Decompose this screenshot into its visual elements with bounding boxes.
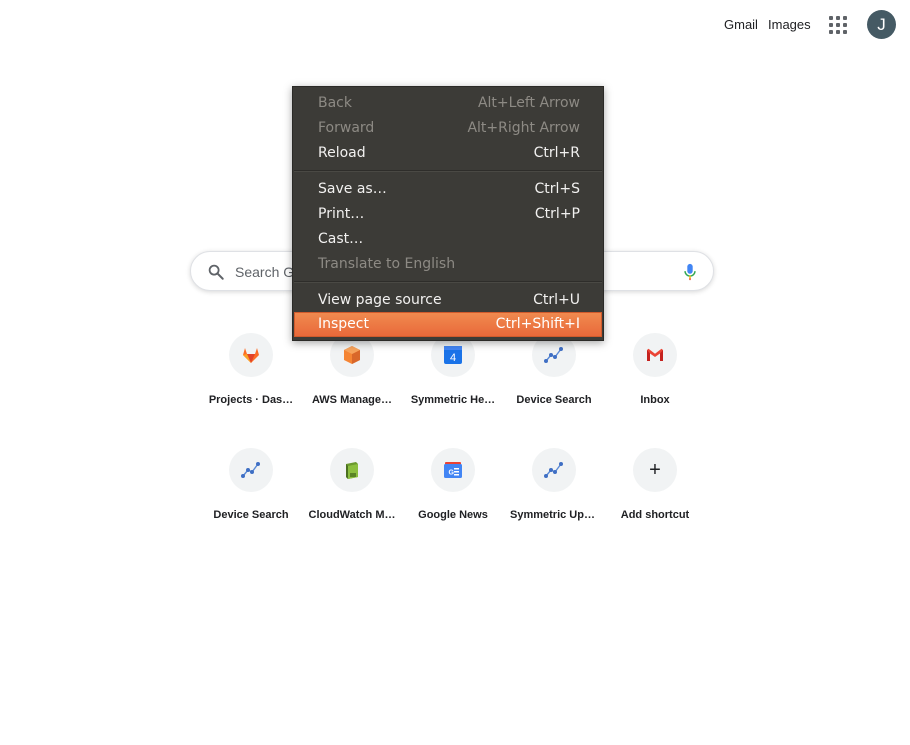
- shortcut-tile: [532, 448, 576, 492]
- shortcut-cloudwatch[interactable]: CloudWatch M…: [304, 448, 400, 548]
- shortcut-inbox[interactable]: Inbox: [607, 333, 703, 433]
- calendar-badge: 4: [450, 352, 456, 364]
- menu-item-back[interactable]: Back Alt+Left Arrow: [294, 91, 602, 116]
- menu-item-print[interactable]: Print… Ctrl+P: [294, 202, 602, 227]
- menu-item-shortcut: Ctrl+U: [533, 292, 580, 308]
- menu-item-label: Cast…: [318, 231, 364, 247]
- menu-item-reload[interactable]: Reload Ctrl+R: [294, 141, 602, 166]
- plus-icon: +: [649, 459, 661, 481]
- menu-item-label: Reload: [318, 145, 366, 161]
- shortcut-tile: [330, 448, 374, 492]
- menu-item-shortcut: Alt+Right Arrow: [467, 120, 580, 136]
- images-link[interactable]: Images: [768, 17, 811, 33]
- menu-item-translate[interactable]: Translate to English: [294, 252, 602, 277]
- chart-line-icon: [544, 347, 563, 363]
- account-avatar[interactable]: J: [867, 10, 896, 39]
- menu-item-label: Translate to English: [318, 256, 456, 272]
- shortcut-aws-management[interactable]: AWS Manage…: [304, 333, 400, 433]
- shortcut-label: Inbox: [640, 394, 670, 406]
- shortcut-label: Device Search: [213, 509, 289, 521]
- shortcut-label: CloudWatch M…: [308, 509, 396, 521]
- shortcut-label: Device Search: [516, 394, 592, 406]
- apps-grid-icon[interactable]: [826, 13, 850, 37]
- shortcut-device-search[interactable]: Device Search: [506, 333, 602, 433]
- menu-item-shortcut: Alt+Left Arrow: [477, 95, 580, 111]
- menu-item-shortcut: Ctrl+R: [533, 145, 580, 161]
- menu-item-label: Save as…: [318, 181, 387, 197]
- shortcut-tile: [633, 333, 677, 377]
- shortcut-device-search-2[interactable]: Device Search: [203, 448, 299, 548]
- context-menu: Back Alt+Left Arrow Forward Alt+Right Ar…: [292, 86, 604, 341]
- calendar-icon: 4: [444, 346, 462, 364]
- aws-box-icon: [344, 346, 360, 364]
- gitlab-icon: [243, 348, 259, 363]
- gmail-icon: [647, 348, 663, 361]
- search-icon: [208, 264, 224, 280]
- menu-item-view-source[interactable]: View page source Ctrl+U: [294, 288, 602, 313]
- menu-item-forward[interactable]: Forward Alt+Right Arrow: [294, 116, 602, 141]
- add-shortcut-button[interactable]: + Add shortcut: [607, 448, 703, 548]
- shortcut-label: Symmetric He…: [410, 394, 496, 406]
- menu-item-label: Forward: [318, 120, 375, 136]
- gmail-link[interactable]: Gmail: [724, 17, 758, 33]
- menu-item-inspect[interactable]: Inspect Ctrl+Shift+I: [294, 312, 602, 337]
- shortcut-symmetric-he[interactable]: 4 Symmetric He…: [405, 333, 501, 433]
- menu-item-label: Print…: [318, 206, 365, 222]
- shortcut-label: Add shortcut: [620, 509, 690, 521]
- shortcut-tile: +: [633, 448, 677, 492]
- shortcut-tile: [229, 333, 273, 377]
- menu-item-shortcut: Ctrl+Shift+I: [495, 316, 580, 332]
- google-news-icon: G: [444, 462, 462, 478]
- shortcut-symmetric-upl[interactable]: Symmetric Upl…: [506, 448, 602, 548]
- menu-item-label: Inspect: [318, 316, 369, 332]
- menu-item-label: View page source: [318, 292, 442, 308]
- shortcut-tile: [229, 448, 273, 492]
- microphone-icon[interactable]: [682, 263, 698, 281]
- new-tab-page: Gmail Images J Projects · Das…: [0, 0, 910, 745]
- menu-separator: [294, 281, 602, 283]
- shortcut-label: Projects · Das…: [208, 394, 294, 406]
- menu-item-label: Back: [318, 95, 352, 111]
- chart-line-icon: [241, 462, 260, 478]
- chart-line-icon: [544, 462, 563, 478]
- menu-item-save-as[interactable]: Save as… Ctrl+S: [294, 177, 602, 202]
- shortcut-google-news[interactable]: G Google News: [405, 448, 501, 548]
- cloudwatch-icon: [346, 462, 358, 479]
- menu-separator: [294, 170, 602, 172]
- shortcut-label: AWS Manage…: [311, 394, 393, 406]
- shortcut-label: Symmetric Upl…: [510, 509, 598, 521]
- menu-item-shortcut: Ctrl+P: [534, 206, 580, 222]
- svg-text:G: G: [449, 470, 455, 477]
- menu-item-cast[interactable]: Cast…: [294, 227, 602, 252]
- shortcut-label: Google News: [418, 509, 488, 521]
- shortcut-projects-dashboard[interactable]: Projects · Das…: [203, 333, 299, 433]
- shortcut-tile: G: [431, 448, 475, 492]
- menu-item-shortcut: Ctrl+S: [534, 181, 580, 197]
